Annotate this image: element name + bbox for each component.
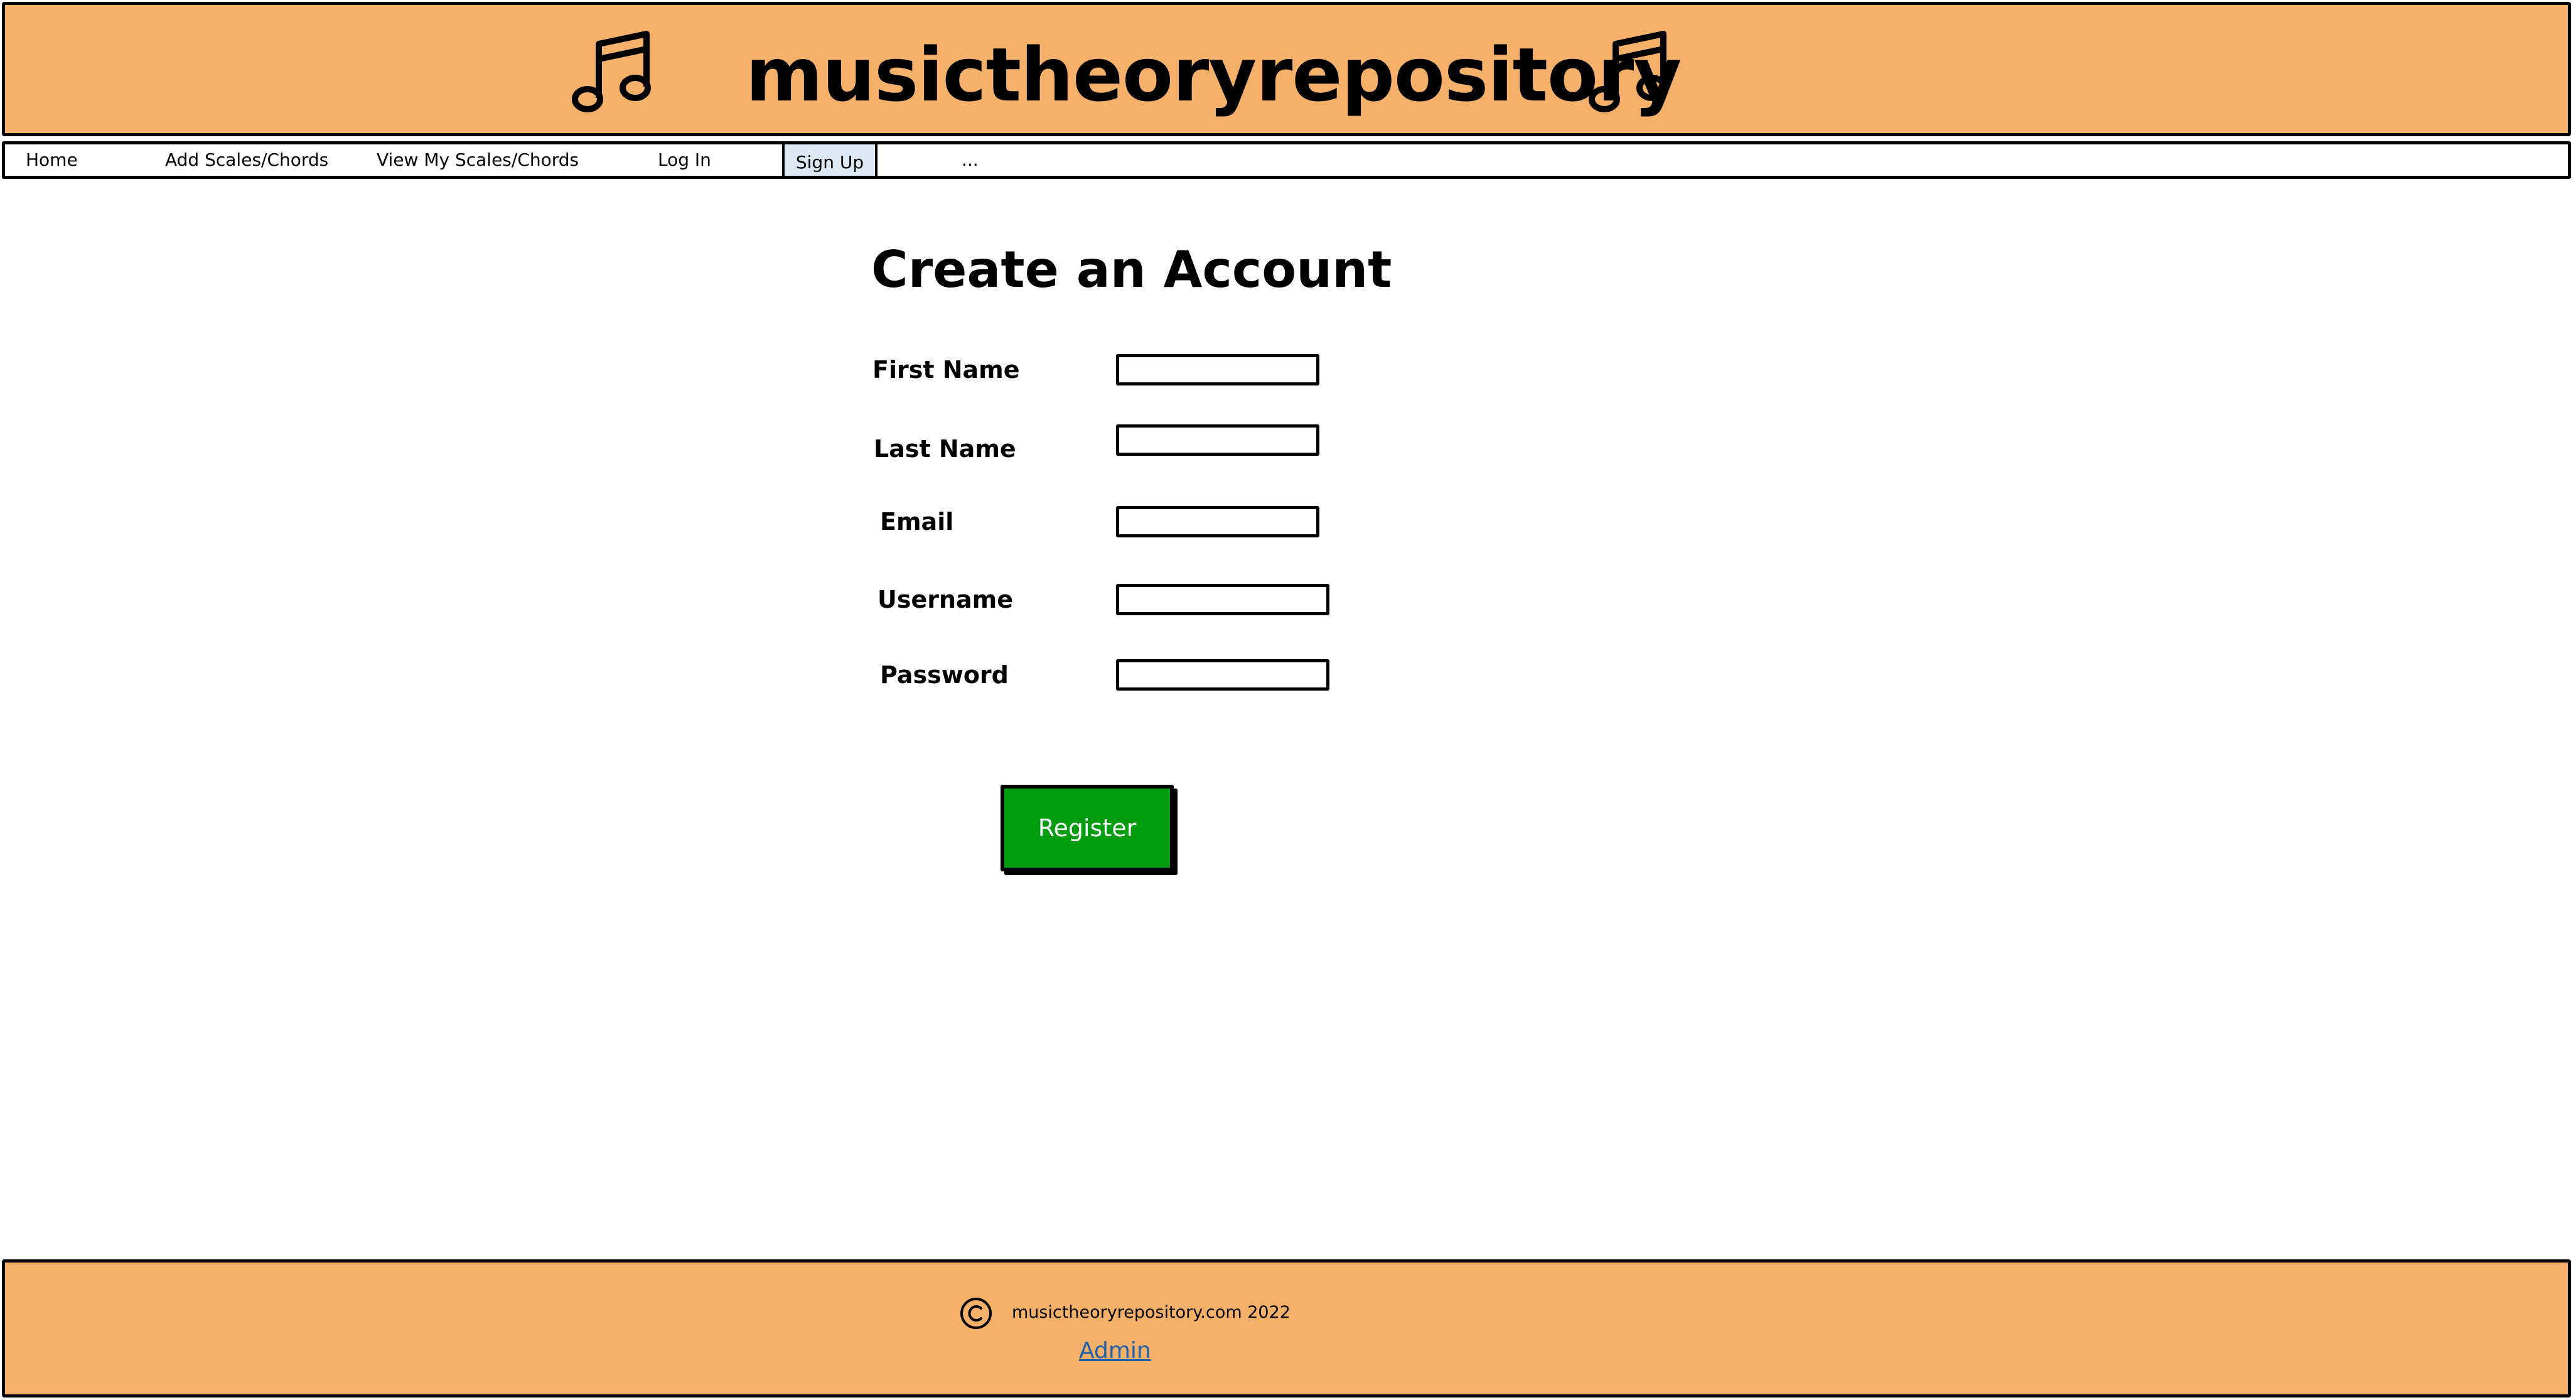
nav-item-log-in[interactable]: Log In <box>658 144 711 176</box>
nav-item-sign-up[interactable]: Sign Up <box>782 142 877 178</box>
username-label: Username <box>877 586 1014 613</box>
password-field[interactable] <box>1116 659 1329 691</box>
copyright-icon <box>960 1298 992 1329</box>
music-notes-icon <box>572 31 651 112</box>
first-name-field[interactable] <box>1116 354 1319 385</box>
nav-item-home[interactable]: Home <box>26 144 78 176</box>
admin-link[interactable]: Admin <box>1079 1335 1151 1367</box>
copyright-text: musictheoryrepository.com 2022 <box>1012 1303 1291 1322</box>
email-field[interactable] <box>1116 506 1319 537</box>
password-label: Password <box>880 661 1009 689</box>
page-title: Create an Account <box>871 240 1392 299</box>
nav-item-more[interactable]: ... <box>962 144 979 176</box>
music-notes-icon <box>1589 31 1668 112</box>
site-header: musictheoryrepository <box>2 2 2571 136</box>
register-button[interactable]: Register <box>1001 785 1174 871</box>
first-name-label: First Name <box>872 356 1020 384</box>
email-label: Email <box>880 508 954 536</box>
nav-item-add-scales-chords[interactable]: Add Scales/Chords <box>165 144 328 176</box>
last-name-label: Last Name <box>874 435 1016 463</box>
last-name-field[interactable] <box>1116 424 1319 456</box>
site-footer: musictheoryrepository.com 2022 Admin <box>2 1259 2571 1397</box>
page: musictheoryrepository Home Add Scales/Ch… <box>0 0 2576 1400</box>
site-title: musictheoryrepository <box>746 31 1682 118</box>
username-field[interactable] <box>1116 584 1329 615</box>
nav-item-view-my-scales-chords[interactable]: View My Scales/Chords <box>377 144 579 176</box>
nav-bar: Home Add Scales/Chords View My Scales/Ch… <box>2 141 2571 179</box>
